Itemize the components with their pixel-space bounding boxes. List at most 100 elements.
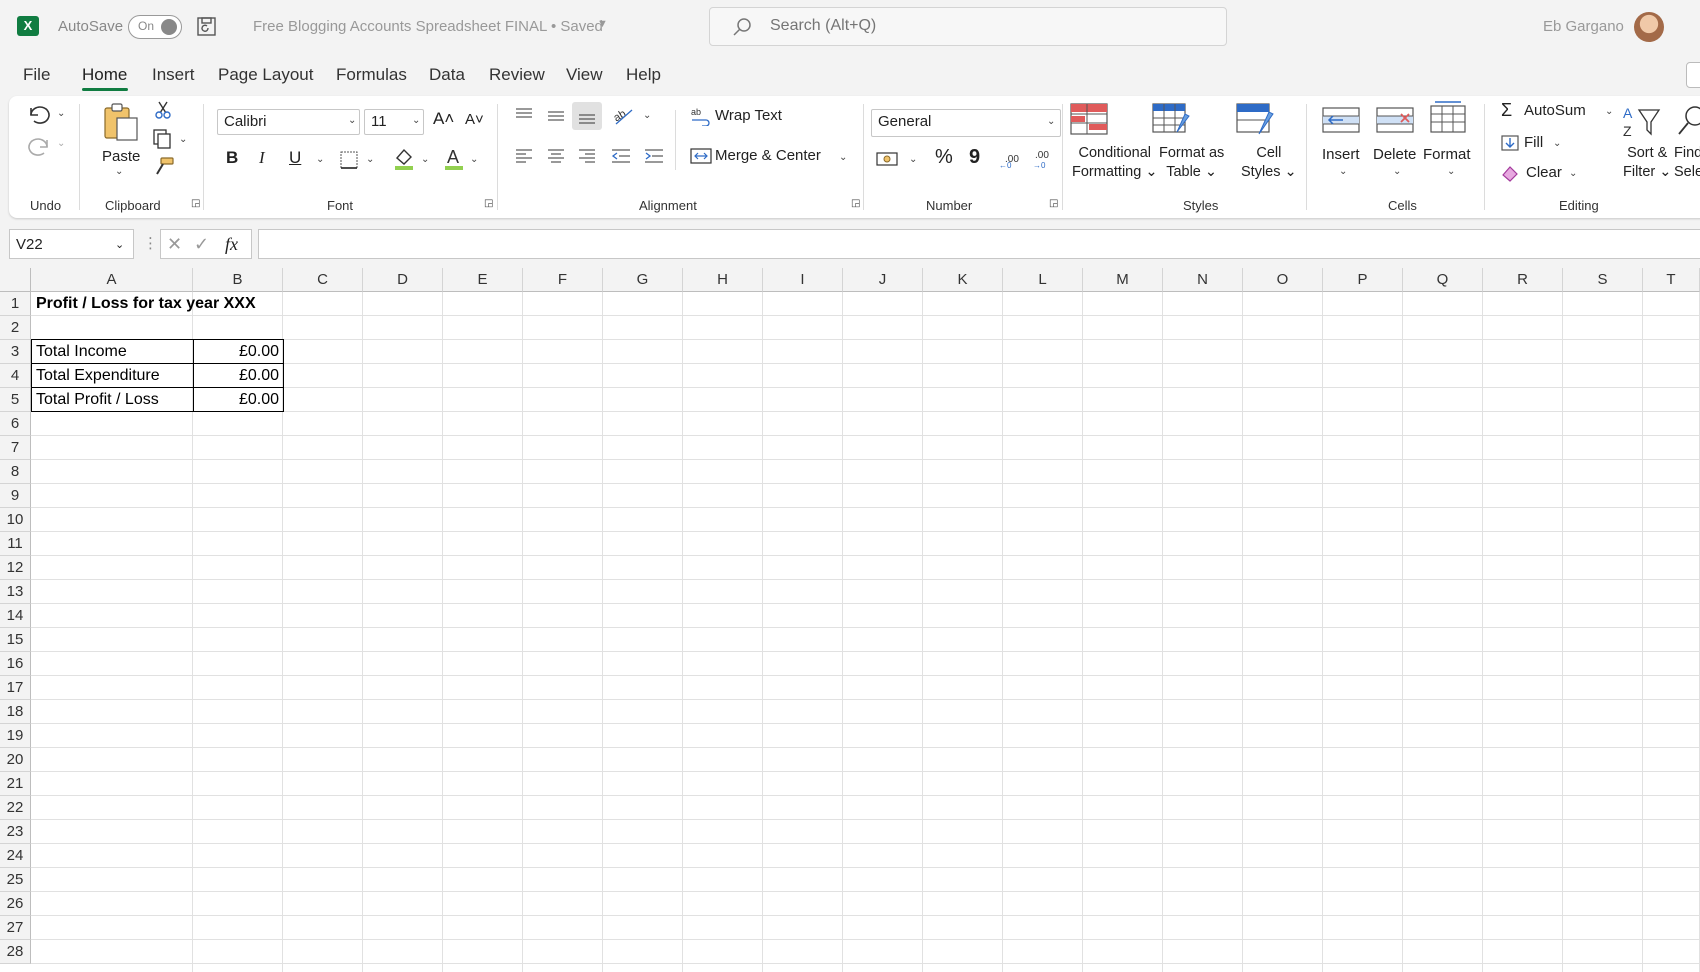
column-header-j[interactable]: J (843, 268, 923, 292)
column-header-g[interactable]: G (603, 268, 683, 292)
column-header-q[interactable]: Q (1403, 268, 1483, 292)
row-header-12[interactable]: 12 (0, 556, 31, 580)
chevron-down-icon[interactable]: ⌄ (1569, 168, 1577, 179)
grow-font-icon[interactable]: A˄ (433, 109, 454, 129)
comma-style-button[interactable]: 9 (969, 146, 980, 169)
redo-dropdown-icon[interactable]: ⌄ (57, 138, 65, 149)
sort-filter-icon[interactable]: AZ (1621, 102, 1663, 140)
comments-button[interactable] (1686, 62, 1700, 88)
delete-cells-icon[interactable] (1375, 104, 1415, 136)
chevron-down-icon[interactable]: ⌄ (1605, 106, 1613, 117)
clipboard-launcher-icon[interactable]: ◲ (191, 198, 200, 209)
paste-label[interactable]: Paste (102, 148, 140, 165)
bold-button[interactable]: B (226, 148, 238, 168)
row-header-11[interactable]: 11 (0, 532, 31, 556)
row-header-1[interactable]: 1 (0, 292, 31, 316)
align-middle-icon[interactable] (546, 106, 566, 126)
row-header-7[interactable]: 7 (0, 436, 31, 460)
enter-icon[interactable]: ✓ (194, 234, 209, 255)
cell-styles-icon[interactable] (1235, 102, 1275, 136)
row-header-14[interactable]: 14 (0, 604, 31, 628)
column-header-a[interactable]: A (31, 268, 193, 292)
column-header-f[interactable]: F (523, 268, 603, 292)
fill-label[interactable]: Fill (1524, 134, 1543, 151)
row-header-10[interactable]: 10 (0, 508, 31, 532)
chevron-down-icon[interactable]: ⌄ (348, 115, 356, 126)
chevron-down-icon[interactable]: ⌄ (839, 152, 847, 163)
chevron-down-icon[interactable]: ⌄ (643, 110, 651, 121)
undo-dropdown-icon[interactable]: ⌄ (57, 108, 65, 119)
chevron-down-icon[interactable]: ⌄ (1339, 166, 1347, 177)
format-as-table-icon[interactable] (1151, 102, 1191, 136)
chevron-down-icon[interactable]: ⌄ (421, 154, 429, 165)
font-name-select[interactable]: Calibri (217, 109, 360, 135)
chevron-down-icon[interactable]: ⌄ (470, 154, 478, 165)
alignment-launcher-icon[interactable]: ◲ (851, 198, 860, 209)
column-header-n[interactable]: N (1163, 268, 1243, 292)
cancel-icon[interactable]: ✕ (167, 234, 182, 255)
formula-input[interactable] (258, 229, 1700, 259)
paste-icon[interactable] (101, 102, 141, 142)
row-header-23[interactable]: 23 (0, 820, 31, 844)
avatar[interactable] (1634, 12, 1664, 42)
more-options-icon[interactable]: ⋮ (143, 234, 158, 252)
save-icon[interactable] (196, 16, 218, 38)
borders-icon[interactable] (339, 150, 359, 170)
row-header-15[interactable]: 15 (0, 628, 31, 652)
chevron-down-icon[interactable]: ⌄ (316, 154, 324, 165)
align-top-icon[interactable] (514, 106, 534, 126)
paste-dropdown-icon[interactable]: ⌄ (115, 166, 123, 177)
accounting-format-icon[interactable] (876, 150, 900, 168)
row-header-27[interactable]: 27 (0, 916, 31, 940)
increase-indent-icon[interactable] (643, 146, 665, 166)
column-header-r[interactable]: R (1483, 268, 1563, 292)
fill-color-icon[interactable] (393, 146, 415, 172)
tab-data[interactable]: Data (429, 65, 465, 85)
chevron-down-icon[interactable]: ⌄ (1553, 138, 1561, 149)
tab-review[interactable]: Review (489, 65, 545, 85)
column-header-b[interactable]: B (193, 268, 283, 292)
cell-styles-label[interactable]: Cell Styles ⌄ (1241, 144, 1297, 182)
tab-file[interactable]: File (23, 65, 50, 85)
chevron-down-icon[interactable]: ▼ (597, 18, 608, 30)
format-cells-label[interactable]: Format (1423, 146, 1471, 163)
autosum-icon[interactable]: Σ (1501, 100, 1512, 121)
conditional-formatting-icon[interactable] (1069, 102, 1109, 136)
row-header-20[interactable]: 20 (0, 748, 31, 772)
tab-home[interactable]: Home (82, 65, 127, 85)
clear-label[interactable]: Clear (1526, 164, 1562, 181)
merge-center-icon[interactable] (690, 147, 712, 165)
cell-a1[interactable]: Profit / Loss for tax year XXX (36, 295, 256, 313)
percent-style-button[interactable]: % (935, 146, 953, 169)
undo-icon[interactable] (25, 102, 53, 126)
row-header-3[interactable]: 3 (0, 340, 31, 364)
chevron-down-icon[interactable]: ⌄ (1393, 166, 1401, 177)
eraser-icon[interactable] (1500, 164, 1520, 182)
tab-view[interactable]: View (566, 65, 603, 85)
row-header-18[interactable]: 18 (0, 700, 31, 724)
tab-page-layout[interactable]: Page Layout (218, 65, 313, 85)
row-header-5[interactable]: 5 (0, 388, 31, 412)
insert-cells-label[interactable]: Insert (1322, 146, 1360, 163)
align-left-icon[interactable] (514, 146, 534, 166)
row-header-22[interactable]: 22 (0, 796, 31, 820)
merge-center-label[interactable]: Merge & Center (715, 147, 821, 164)
wrap-text-label[interactable]: Wrap Text (715, 107, 782, 124)
format-cells-icon[interactable] (1429, 100, 1467, 136)
column-header-d[interactable]: D (363, 268, 443, 292)
copy-icon[interactable] (151, 128, 173, 150)
column-header-l[interactable]: L (1003, 268, 1083, 292)
font-color-icon[interactable]: A (443, 146, 465, 172)
copy-dropdown-icon[interactable]: ⌄ (179, 134, 187, 145)
find-icon[interactable] (1677, 102, 1700, 140)
column-header-k[interactable]: K (923, 268, 1003, 292)
underline-button[interactable]: U (289, 148, 301, 168)
column-header-i[interactable]: I (763, 268, 843, 292)
spreadsheet-grid[interactable]: A B C D E F G H I J K L M N O P Q R S T 1 2 3 4 5 6 7 8 9 10 11 12 13 14 1… (0, 268, 1700, 972)
decrease-indent-icon[interactable] (610, 146, 632, 166)
fill-icon[interactable] (1500, 134, 1520, 152)
chevron-down-icon[interactable]: ⌄ (115, 238, 124, 251)
row-header-19[interactable]: 19 (0, 724, 31, 748)
redo-icon[interactable] (25, 134, 53, 158)
search-input[interactable] (770, 17, 1170, 35)
